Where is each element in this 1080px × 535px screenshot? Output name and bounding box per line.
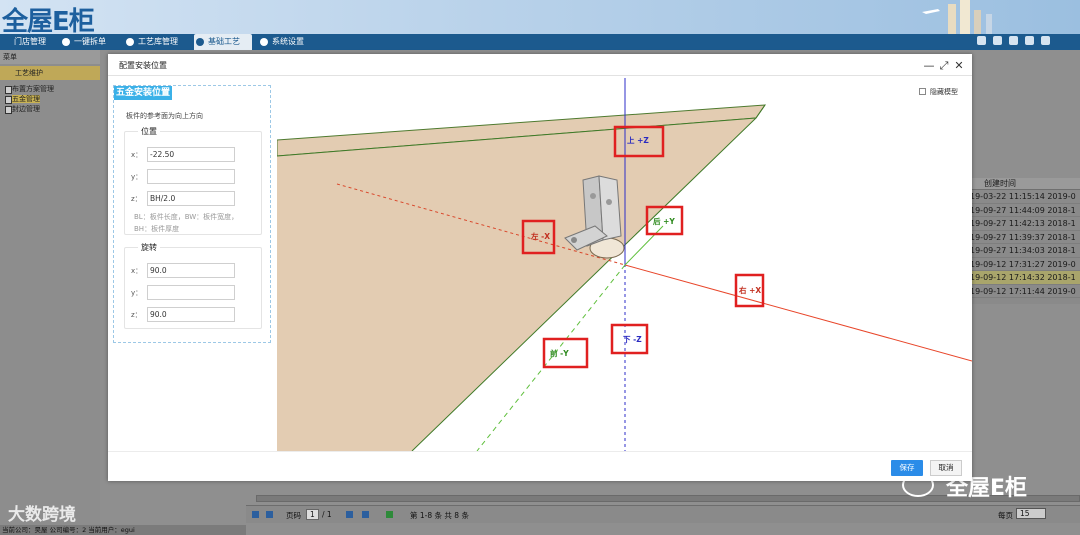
axis-label-back: 后 +Y — [653, 217, 675, 226]
nav-label: 门店管理 — [14, 37, 46, 46]
table-row[interactable]: 19-09-12 17:14:32 2018-1 — [968, 271, 1080, 285]
page-label: 页码 — [286, 511, 301, 520]
3d-scene[interactable] — [277, 78, 972, 451]
sidebar-header: 菜单 — [0, 50, 100, 64]
save-button[interactable]: 保存 — [891, 460, 923, 476]
pager-summary: 第 1-8 条 共 8 条 — [410, 511, 469, 520]
rot-x-label: x： — [131, 267, 143, 275]
panel-title: 五金安装位置 — [114, 86, 173, 100]
gear-icon — [260, 38, 268, 46]
dialog-footer: 保存 取消 — [108, 451, 972, 481]
gear-icon — [196, 38, 204, 46]
sidebar-item-label: 封边管理 — [12, 105, 40, 113]
position-legend: 位置 — [138, 126, 160, 137]
hide-model-checkbox[interactable]: 隐藏模型 — [919, 87, 958, 97]
axis-label-right: 右 +X — [739, 286, 762, 295]
last-page-icon[interactable] — [362, 511, 369, 518]
axis-label-bottom: 下 -Z — [623, 335, 642, 344]
nav-basic-process[interactable]: 基础工艺 — [194, 34, 252, 50]
main-nav: 门店管理 一键拆单 工艺库管理 基础工艺 系统设置 — [0, 34, 1080, 50]
nav-system-settings[interactable]: 系统设置 — [258, 34, 318, 50]
table-row[interactable]: 19-09-27 11:42:13 2018-1 — [968, 217, 1080, 231]
page-input[interactable]: 1 — [306, 509, 319, 520]
3d-viewport[interactable]: 上 +Z 后 +Y 左 -X 右 +X 下 -Z 前 -Y 隐藏模型 — [277, 78, 972, 451]
dimension-note: BL：板件长度，BW：板件宽度，BH：板件厚度 — [134, 213, 239, 233]
dialog-title: 配置安装位置 — [119, 61, 167, 70]
app-logo: 全屋E柜 — [2, 7, 95, 34]
monitor-icon[interactable] — [977, 36, 986, 45]
table-row[interactable]: 19-09-12 17:31:27 2019-0 — [968, 258, 1080, 271]
hardware-position-panel: 五金安装位置 板件的参考面为向上方向 位置 x： -22.50 y： z： BH… — [113, 85, 271, 343]
sidebar-item-edge-banding[interactable]: 封边管理 — [0, 104, 100, 114]
rot-x-input[interactable]: 90.0 — [147, 263, 235, 278]
table-row[interactable]: 19-09-27 11:44:09 2018-1 — [968, 204, 1080, 217]
pos-z-input[interactable]: BH/2.0 — [147, 191, 235, 206]
user-icon[interactable] — [1009, 36, 1018, 45]
rot-y-label: y： — [131, 289, 143, 297]
rotation-legend: 旋转 — [138, 242, 160, 253]
exit-icon[interactable] — [1041, 36, 1050, 45]
sidebar-item-hardware[interactable]: 五金管理 — [0, 94, 100, 104]
hide-model-label: 隐藏模型 — [930, 88, 958, 96]
pos-y-label: y： — [131, 173, 143, 181]
cancel-button[interactable]: 取消 — [930, 460, 962, 476]
table-row[interactable]: 19-09-27 11:39:37 2018-1 — [968, 231, 1080, 244]
check-circle-icon — [62, 38, 70, 46]
app-window: 全屋E柜 门店管理 一键拆单 工艺库管理 基础工艺 系统设置 菜单 工艺维护 布… — [0, 0, 1080, 535]
dialog-titlebar: 配置安装位置 — ⤢ ✕ — [108, 54, 972, 76]
first-page-icon[interactable] — [252, 511, 259, 518]
pos-x-label: x： — [131, 151, 143, 159]
status-bar: 当前公司：昊屋 公司编号：2 当前用户：egui — [0, 525, 246, 535]
minimize-icon[interactable]: — — [923, 59, 935, 72]
pager: 页码 1 / 1 第 1-8 条 共 8 条 每页 15 — [246, 505, 1080, 523]
toolbar-icons — [970, 36, 1050, 48]
nav-label: 系统设置 — [272, 37, 304, 46]
sidebar: 菜单 工艺维护 布置方案管理 五金管理 封边管理 — [0, 50, 100, 528]
reference-hint: 板件的参考面为向上方向 — [126, 112, 203, 120]
app-header: 全屋E柜 — [0, 0, 1080, 34]
sidebar-item-layout[interactable]: 布置方案管理 — [0, 84, 100, 94]
page-total: / 1 — [322, 510, 332, 519]
nav-store-management[interactable]: 门店管理 — [0, 34, 56, 50]
per-page-label: 每页 — [998, 511, 1013, 520]
nav-label: 基础工艺 — [208, 37, 240, 46]
pos-x-input[interactable]: -22.50 — [147, 147, 235, 162]
rot-y-input[interactable] — [147, 285, 235, 300]
prev-page-icon[interactable] — [266, 511, 273, 518]
nav-label: 一键拆单 — [74, 37, 106, 46]
save-icon[interactable] — [993, 36, 1002, 45]
refresh-icon[interactable] — [386, 511, 393, 518]
column-header-created[interactable]: 创建时间 — [968, 178, 1080, 190]
watermark-left: 大数跨境 — [8, 505, 76, 525]
close-icon[interactable]: ✕ — [953, 59, 965, 72]
x-axis-positive — [624, 264, 972, 362]
axis-label-top: 上 +Z — [627, 136, 649, 145]
axis-label-left: 左 -X — [531, 232, 551, 241]
background-grid: 创建时间 19-03-22 11:15:14 2019-0 19-09-27 1… — [968, 178, 1080, 304]
position-fieldset: 位置 x： -22.50 y： z： BH/2.0 BL：板件长度，BW：板件宽… — [124, 126, 262, 235]
sidebar-item-label: 五金管理 — [12, 95, 40, 103]
checkbox-icon[interactable] — [919, 88, 926, 95]
rotation-fieldset: 旋转 x： 90.0 y： z： 90.0 — [124, 242, 262, 329]
nav-label: 工艺库管理 — [138, 37, 178, 46]
table-row[interactable]: 19-09-27 11:34:03 2018-1 — [968, 244, 1080, 258]
nav-one-click-split[interactable]: 一键拆单 — [60, 34, 120, 50]
rot-z-input[interactable]: 90.0 — [147, 307, 235, 322]
next-page-icon[interactable] — [346, 511, 353, 518]
pos-y-input[interactable] — [147, 169, 235, 184]
config-install-dialog: 配置安装位置 — ⤢ ✕ 五金安装位置 板件的参考面为向上方向 位置 x： -2… — [108, 54, 972, 481]
header-decoration — [922, 0, 992, 34]
per-page-select[interactable]: 15 — [1016, 508, 1046, 519]
rot-z-label: z： — [131, 311, 142, 319]
axis-label-front: 前 -Y — [550, 349, 569, 358]
settings-icon[interactable] — [1025, 36, 1034, 45]
maximize-icon[interactable]: ⤢ — [938, 59, 950, 73]
check-circle-icon — [126, 38, 134, 46]
sidebar-section[interactable]: 工艺维护 — [0, 66, 100, 80]
pos-z-label: z： — [131, 195, 142, 203]
table-row[interactable]: 19-09-12 17:11:44 2019-0 — [968, 285, 1080, 298]
table-row[interactable]: 19-03-22 11:15:14 2019-0 — [968, 190, 1080, 204]
sidebar-item-label: 布置方案管理 — [12, 85, 54, 93]
nav-process-library[interactable]: 工艺库管理 — [124, 34, 190, 50]
